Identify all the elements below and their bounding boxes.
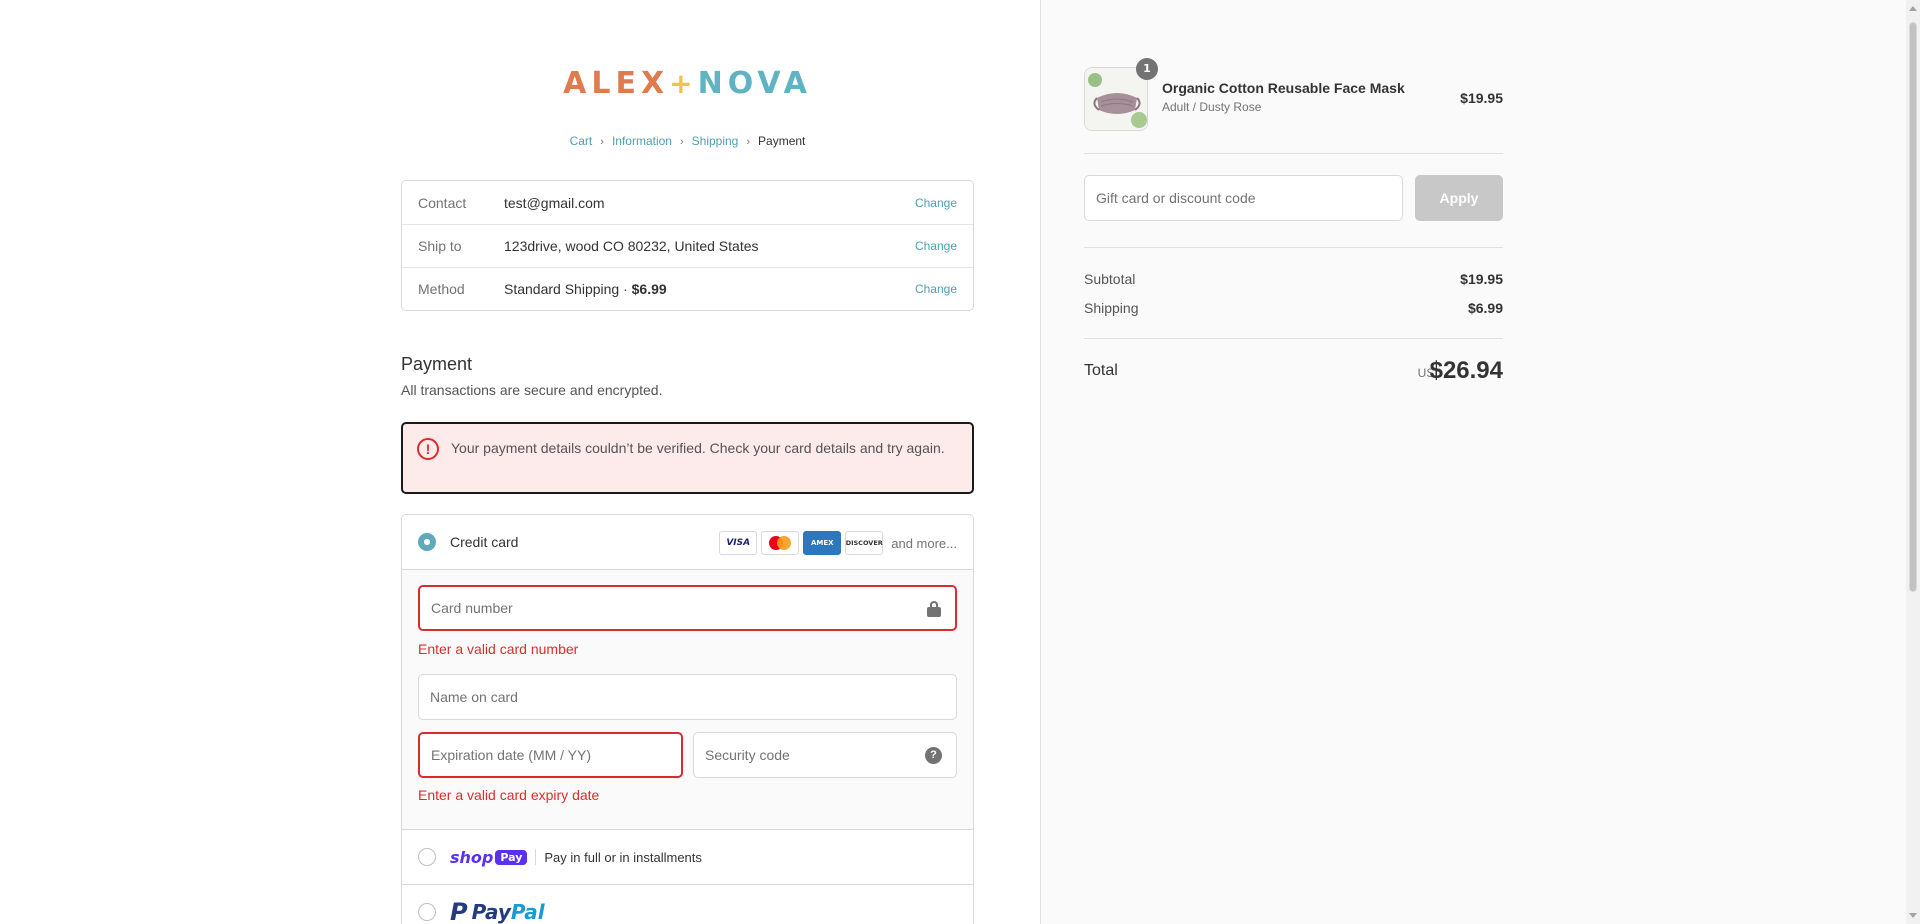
shipping-amount: $6.99 — [1467, 300, 1503, 316]
help-icon[interactable]: ? — [925, 747, 942, 764]
paypal-icon: P — [450, 898, 468, 924]
shop-pay-logo: shop Pay — [450, 847, 528, 867]
quantity-badge: 1 — [1136, 58, 1158, 80]
change-method-link[interactable]: Change — [915, 282, 957, 296]
total-amount: $26.94 — [1429, 357, 1503, 384]
order-summary: 1 Organic Cotton Reusable Face Mask Adul… — [1040, 0, 1906, 924]
divider — [1084, 338, 1503, 339]
name-on-card-field[interactable]: Name on card — [418, 674, 957, 720]
brand-logo-part1: ALEX — [563, 66, 670, 101]
review-row-method: Method Standard Shipping · $6.99 Change — [402, 267, 973, 310]
breadcrumb: Cart › Information › Shipping › Payment — [401, 134, 974, 148]
subtotal-amount: $19.95 — [1460, 271, 1503, 287]
chevron-right-icon: › — [600, 136, 604, 148]
divider — [535, 849, 537, 865]
credit-card-label: Credit card — [450, 534, 519, 550]
shipping-line: Shipping $6.99 — [1084, 300, 1503, 316]
chevron-right-icon: › — [679, 136, 684, 148]
lock-icon — [927, 601, 941, 617]
discover-icon: DISCOVER — [845, 531, 884, 555]
card-brands: VISA AMEX DISCOVER and more... — [715, 531, 957, 555]
subtotal-line: Subtotal $19.95 — [1084, 271, 1503, 287]
breadcrumb-shipping[interactable]: Shipping — [692, 134, 739, 148]
credit-card-form: Card number Enter a valid card number Na… — [402, 570, 973, 830]
payment-methods: Credit card VISA AMEX DISCOVER and more.… — [401, 514, 974, 924]
shop-pay-text: Pay in full or in installments — [544, 849, 702, 865]
visa-icon: VISA — [719, 531, 758, 555]
amex-icon: AMEX — [803, 531, 842, 555]
brand-logo-plus: + — [669, 67, 698, 100]
review-block: Contact test@gmail.com Change Ship to 12… — [401, 180, 974, 311]
expiry-field[interactable]: Expiration date (MM / YY) — [418, 732, 683, 778]
name-on-card-placeholder: Name on card — [430, 689, 518, 705]
face-mask-image — [1085, 68, 1147, 130]
review-value: Standard Shipping · $6.99 — [504, 281, 915, 297]
brand-logo[interactable]: ALEX+NOVA — [401, 66, 974, 101]
scrollbar-thumb[interactable] — [1909, 22, 1917, 592]
brand-logo-part2: NOVA — [697, 66, 812, 101]
expiry-error: Enter a valid card expiry date — [418, 787, 600, 803]
paypal-logo-pal: Pal — [510, 900, 545, 924]
more-cards-text: and more... — [891, 535, 957, 551]
card-number-error: Enter a valid card number — [418, 641, 579, 657]
method-name: Standard Shipping · — [504, 281, 632, 297]
security-code-placeholder: Security code — [705, 747, 790, 763]
review-label: Contact — [418, 194, 467, 211]
product-line-item: 1 Organic Cotton Reusable Face Mask Adul… — [1084, 58, 1503, 131]
shop-pay-option[interactable]: shop Pay Pay in full or in installments — [402, 830, 973, 885]
review-value: test@gmail.com — [504, 194, 605, 211]
paypal-logo-pay: Pay — [471, 900, 511, 924]
page-scrollbar[interactable] — [1906, 0, 1920, 924]
apply-button[interactable]: Apply — [1415, 175, 1503, 221]
scroll-down-icon[interactable] — [1909, 913, 1917, 918]
payment-subtitle: All transactions are secure and encrypte… — [401, 382, 663, 398]
divider — [1084, 247, 1503, 248]
scroll-up-icon[interactable] — [1909, 6, 1917, 11]
paypal-radio[interactable] — [418, 903, 436, 921]
review-row-contact: Contact test@gmail.com Change — [402, 181, 973, 224]
card-number-field[interactable]: Card number — [418, 585, 957, 631]
breadcrumb-information[interactable]: Information — [612, 134, 672, 148]
review-value: 123drive, wood CO 80232, United States — [504, 238, 759, 254]
product-price: $19.95 — [1460, 90, 1503, 106]
breadcrumb-cart[interactable]: Cart — [570, 134, 593, 148]
change-contact-link[interactable]: Change — [915, 196, 957, 210]
expiry-placeholder: Expiration date (MM / YY) — [431, 747, 592, 763]
error-message: Your payment details couldn’t be verifie… — [451, 440, 945, 456]
method-price: $6.99 — [631, 281, 667, 297]
main-panel: ALEX+NOVA Cart › Information › Shipping › Paym… — [0, 0, 1040, 924]
card-number-placeholder: Card number — [431, 600, 513, 616]
credit-card-radio[interactable] — [418, 533, 436, 551]
payment-error-banner: ! Your payment details couldn’t be verif… — [401, 422, 974, 494]
paypal-logo: P Pay Pal — [450, 898, 545, 924]
shipping-label: Shipping — [1084, 300, 1139, 316]
shop-pay-logo-text: shop — [450, 847, 494, 867]
paypal-option[interactable]: P Pay Pal — [402, 885, 973, 924]
shop-pay-radio[interactable] — [418, 848, 436, 866]
product-name: Organic Cotton Reusable Face Mask — [1162, 80, 1405, 96]
security-code-field[interactable]: Security code ? — [693, 732, 957, 778]
mastercard-icon — [761, 531, 800, 555]
divider — [1084, 153, 1503, 154]
review-label: Method — [418, 281, 465, 297]
discount-code-input[interactable]: Gift card or discount code — [1084, 175, 1403, 221]
subtotal-label: Subtotal — [1084, 271, 1136, 287]
payment-title: Payment — [401, 354, 473, 374]
discount-code-placeholder: Gift card or discount code — [1096, 190, 1256, 206]
error-icon: ! — [417, 438, 439, 460]
chevron-right-icon: › — [746, 136, 751, 148]
total-label: Total — [1084, 362, 1118, 379]
product-variant: Adult / Dusty Rose — [1162, 100, 1262, 114]
shop-pay-badge: Pay — [495, 849, 528, 865]
review-label: Ship to — [418, 238, 462, 254]
breadcrumb-payment: Payment — [758, 134, 806, 148]
credit-card-option[interactable]: Credit card VISA AMEX DISCOVER and more.… — [402, 515, 973, 570]
review-row-ship-to: Ship to 123drive, wood CO 80232, United … — [402, 224, 973, 267]
change-address-link[interactable]: Change — [915, 239, 957, 253]
